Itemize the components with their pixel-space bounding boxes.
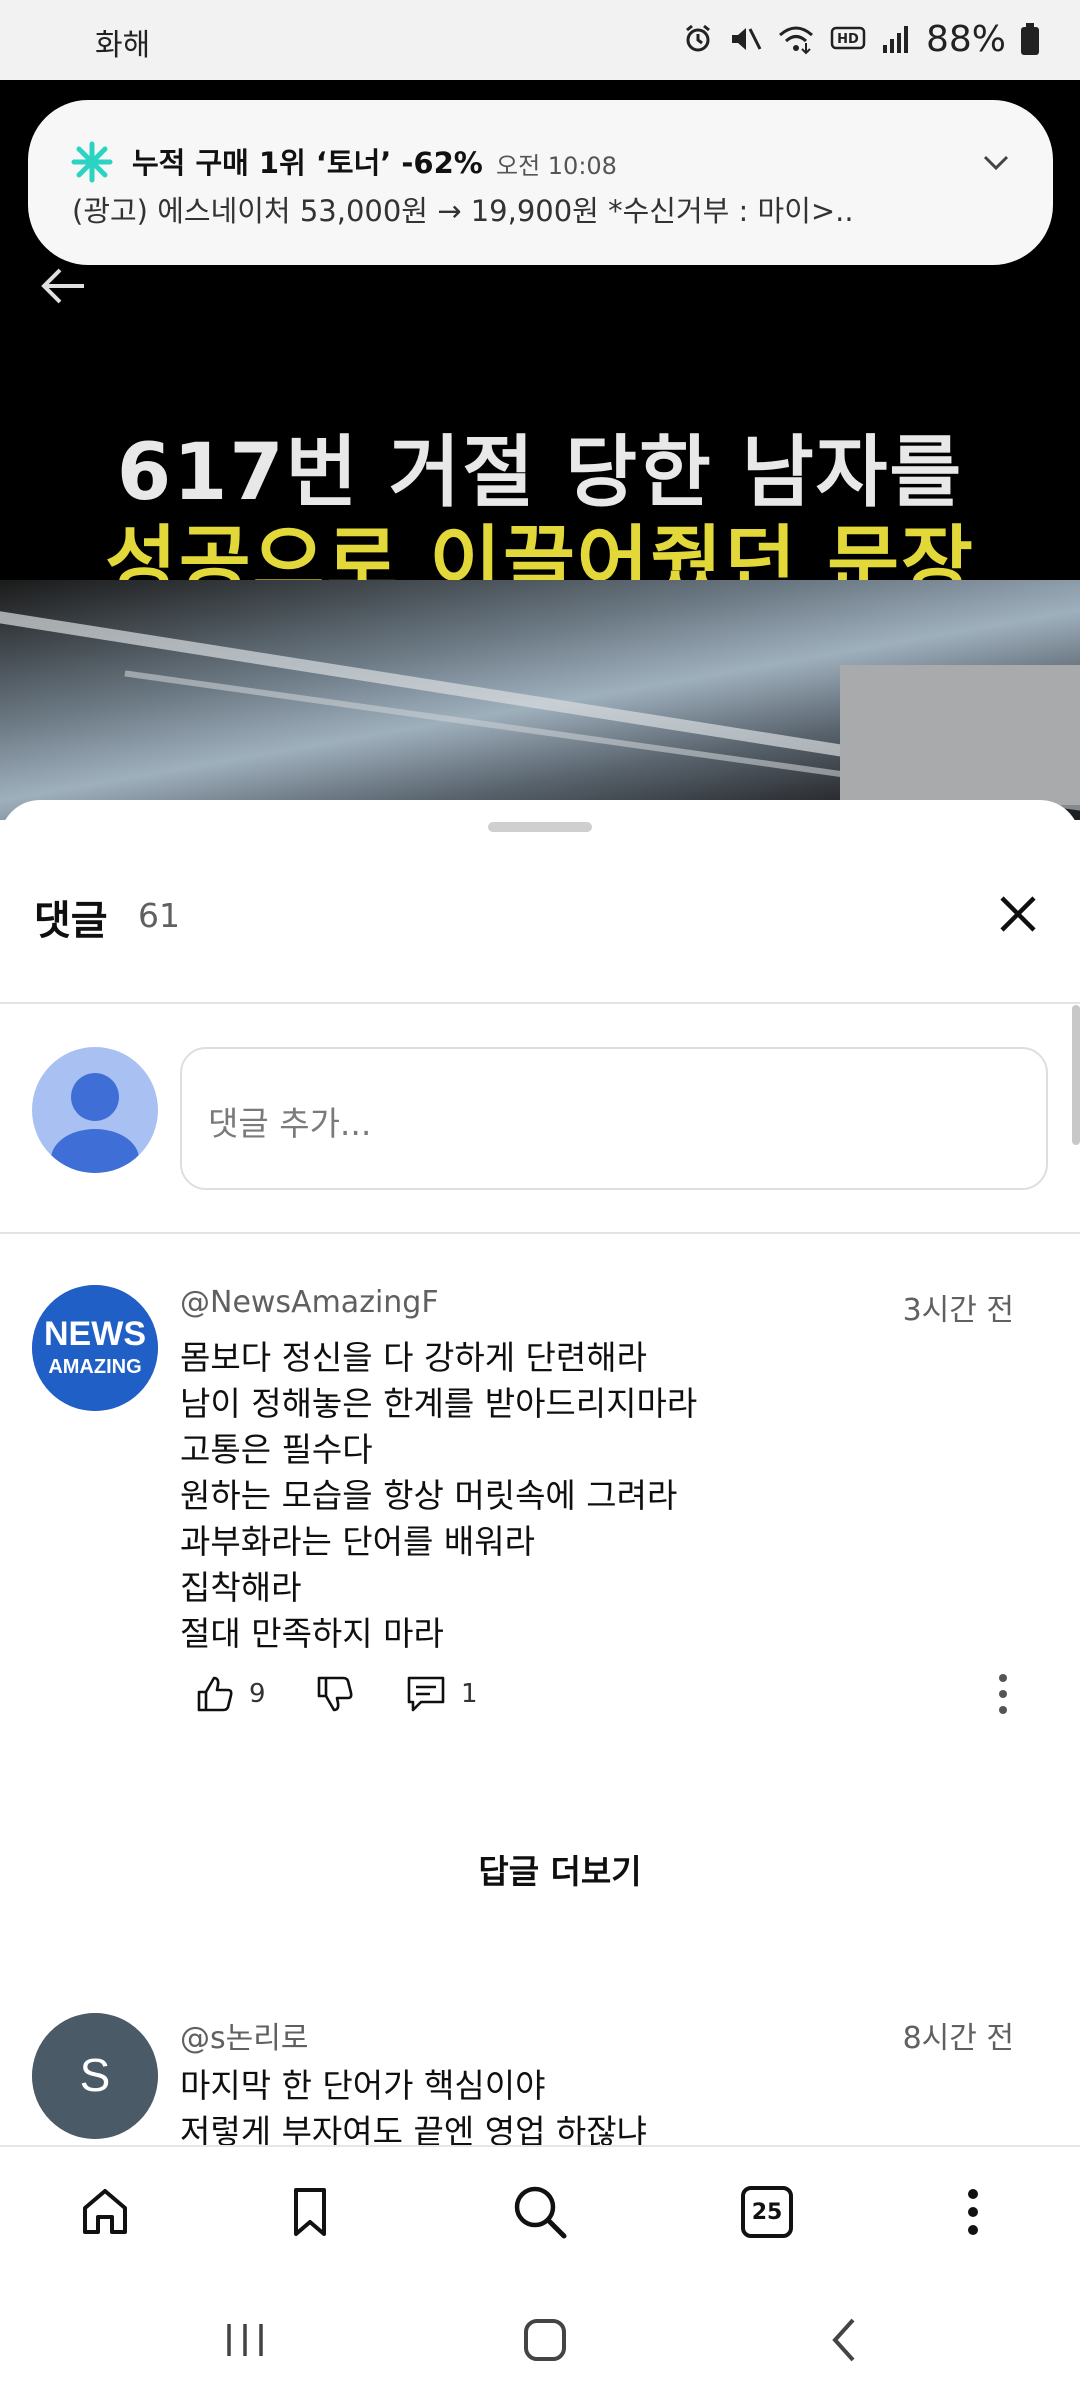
menu-icon bbox=[968, 2189, 978, 2235]
status-carrier-label: 화해 bbox=[95, 28, 151, 63]
home-button[interactable] bbox=[70, 2177, 140, 2247]
avatar-text-amazing: AMAZING bbox=[48, 1356, 141, 1378]
browser-toolbar: 25 bbox=[0, 2145, 1080, 2275]
comment-line: 원하는 모습을 항상 머릿속에 그려라 bbox=[180, 1476, 678, 1515]
comment-time: 8시간 전 bbox=[902, 2021, 1014, 2056]
reply-icon bbox=[407, 1676, 445, 1712]
comment-time: 3시간 전 bbox=[902, 1293, 1014, 1328]
system-nav-bar bbox=[0, 2275, 1080, 2400]
comments-sheet: 댓글 61 댓글 추가... NEWS AMAZING @NewsAmazing… bbox=[0, 800, 1080, 2150]
menu-button[interactable] bbox=[938, 2177, 1008, 2247]
bookmark-button[interactable] bbox=[275, 2177, 345, 2247]
avatar-text-news: NEWS bbox=[44, 1315, 146, 1353]
battery-percent: 88% bbox=[925, 18, 1006, 60]
tabs-icon: 25 bbox=[741, 2186, 793, 2238]
back-arrow-icon[interactable] bbox=[36, 258, 92, 314]
comment-line: 마지막 한 단어가 핵심이야 bbox=[180, 2066, 546, 2105]
comment-text: 몸보다 정신을 다 강하게 단련해라 남이 정해놓은 한계를 받아드리지마라 고… bbox=[180, 1335, 697, 1657]
comments-title: 댓글 bbox=[34, 898, 108, 944]
search-icon bbox=[514, 2186, 567, 2239]
like-count: 9 bbox=[249, 1679, 266, 1709]
notification-time: 오전 10:08 bbox=[496, 152, 617, 180]
thumbs-up-icon bbox=[197, 1676, 233, 1712]
comment-line: 절대 만족하지 마라 bbox=[180, 1614, 444, 1653]
avatar[interactable]: NEWS AMAZING bbox=[32, 1285, 158, 1411]
avatar[interactable]: S bbox=[32, 2013, 158, 2139]
battery-icon bbox=[1020, 22, 1040, 56]
recent-apps-icon[interactable] bbox=[215, 2310, 275, 2370]
search-button[interactable] bbox=[505, 2177, 575, 2247]
home-nav-icon[interactable] bbox=[515, 2310, 575, 2370]
comment-text: 마지막 한 단어가 핵심이야 저렇게 부자여도 끝엔 영업 하잖냐 bbox=[180, 2063, 647, 2150]
comment-author[interactable]: @s논리로 bbox=[180, 2013, 308, 2057]
comment-line: 고통은 필수다 bbox=[180, 1430, 373, 1469]
comment-line: 과부화라는 단어를 배워라 bbox=[180, 1522, 535, 1561]
comment-line: 몸보다 정신을 다 강하게 단련해라 bbox=[180, 1338, 647, 1377]
close-icon[interactable] bbox=[996, 892, 1040, 936]
more-replies-button[interactable]: 답글 더보기 bbox=[20, 1845, 1080, 1893]
comment-line: 남이 정해놓은 한계를 받아드리지마라 bbox=[180, 1384, 698, 1423]
comment-line: 저렇게 부자여도 끝엔 영업 하잖냐 bbox=[180, 2112, 647, 2150]
scrollbar[interactable] bbox=[1072, 1005, 1080, 1145]
sheet-drag-handle[interactable] bbox=[488, 822, 592, 832]
comment-line: 집착해라 bbox=[180, 1568, 302, 1607]
chevron-down-icon[interactable] bbox=[979, 145, 1013, 179]
mute-icon bbox=[728, 23, 762, 55]
avatar bbox=[32, 1047, 158, 1173]
sparkle-icon bbox=[70, 140, 114, 184]
back-nav-icon[interactable] bbox=[815, 2310, 875, 2370]
bookmark-icon bbox=[294, 2188, 326, 2236]
more-options-icon[interactable] bbox=[988, 1669, 1018, 1719]
header-divider bbox=[0, 1002, 1080, 1004]
comments-count: 61 bbox=[138, 896, 180, 935]
notification-body: (광고) 에스네이처 53,000원 → 19,900원 *수신거부 : 마이>… bbox=[72, 194, 854, 228]
tabs-button[interactable]: 25 bbox=[732, 2177, 802, 2247]
comment-input[interactable]: 댓글 추가... bbox=[180, 1047, 1048, 1190]
like-button[interactable]: 9 bbox=[195, 1669, 266, 1719]
comment-input-placeholder: 댓글 추가... bbox=[208, 1104, 372, 1143]
wifi-icon bbox=[776, 23, 816, 55]
reply-count: 1 bbox=[461, 1679, 478, 1709]
hd-icon: HD bbox=[830, 24, 866, 54]
status-bar: 화해 HD 88% bbox=[0, 0, 1080, 80]
avatar-letter: S bbox=[80, 2049, 111, 2101]
notification-title: 누적 구매 1위 ‘토너’ -62% bbox=[132, 146, 483, 180]
notification-banner[interactable]: 누적 구매 1위 ‘토너’ -62% 오전 10:08 (광고) 에스네이처 5… bbox=[28, 100, 1053, 265]
dislike-button[interactable] bbox=[315, 1669, 355, 1719]
svg-text:HD: HD bbox=[837, 32, 859, 47]
signal-icon bbox=[880, 23, 912, 55]
thumbs-down-icon bbox=[317, 1676, 353, 1712]
video-frame bbox=[0, 580, 1080, 820]
alarm-icon bbox=[682, 23, 714, 55]
status-icons: HD 88% bbox=[682, 14, 1040, 64]
comment-author[interactable]: @NewsAmazingF bbox=[180, 1285, 439, 1320]
home-icon bbox=[83, 2189, 127, 2234]
reply-button[interactable]: 1 bbox=[405, 1669, 478, 1719]
input-divider bbox=[0, 1232, 1080, 1234]
